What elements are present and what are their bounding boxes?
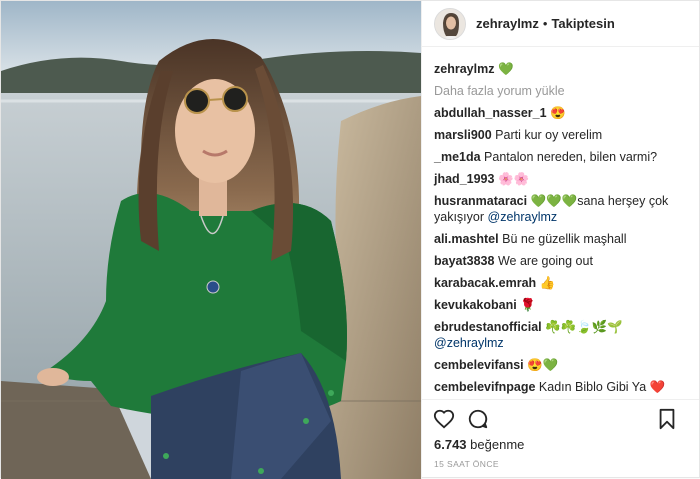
comment-username[interactable]: jhad_1993 (434, 172, 494, 186)
like-button[interactable] (432, 407, 456, 431)
instagram-post: zehraylmz • Takiptesin zehraylmz 💚 Daha fa… (0, 0, 700, 479)
comment-item: husranmataraci 💚💚💚sana herşey çok yakışı… (434, 193, 699, 225)
comment-username[interactable]: cembelevifnpage (434, 380, 535, 394)
header-separator: • (542, 16, 548, 31)
comment-item: cembelevifansi 😍💚 (434, 357, 699, 373)
comment-username[interactable]: husranmataraci (434, 194, 527, 208)
comment-text: ☘️☘️🍃🌿🌱 (545, 320, 623, 334)
comment-item: jhad_1993 🌸🌸 (434, 171, 699, 187)
post-actions-bar (422, 399, 699, 437)
header-text: zehraylmz • Takiptesin (476, 16, 615, 31)
comment-item: abdullah_nasser_1 😍 (434, 105, 699, 121)
post-header: zehraylmz • Takiptesin (422, 1, 699, 47)
comment-text: Bü ne güzellik maşhall (502, 232, 627, 246)
header-username[interactable]: zehraylmz (476, 16, 539, 31)
caption-text: 💚 (497, 62, 514, 76)
comment-username[interactable]: _me1da (434, 150, 481, 164)
comment-username[interactable]: kevukakobani (434, 298, 517, 312)
caption: zehraylmz 💚 (434, 61, 699, 77)
comment-item: bayat3838 We are going out (434, 253, 699, 269)
comment-item: _me1da Pantalon nereden, bilen varmi? (434, 149, 699, 165)
comment-button[interactable] (466, 407, 490, 431)
likes-number: 6.743 (434, 437, 467, 452)
following-status-button[interactable]: Takiptesin (551, 16, 614, 31)
comment-username[interactable]: ali.mashtel (434, 232, 499, 246)
comment-username[interactable]: abdullah_nasser_1 (434, 106, 547, 120)
comment-username[interactable]: bayat3838 (434, 254, 494, 268)
comment-item: cembelevifnpage Kadın Biblo Gibi Ya ❤️ (434, 379, 699, 395)
heart-icon (433, 409, 455, 429)
comment-text: 😍💚 (527, 358, 559, 372)
post-photo[interactable] (1, 1, 421, 479)
comment-username[interactable]: marsli900 (434, 128, 492, 142)
comment-username[interactable]: ebrudestanofficial (434, 320, 542, 334)
avatar-image (435, 8, 465, 39)
comment-mention[interactable]: @zehraylmz (434, 336, 504, 350)
comment-mention[interactable]: @zehraylmz (488, 210, 558, 224)
load-more-comments-link[interactable]: Daha fazla yorum yükle (434, 83, 699, 99)
avatar[interactable] (434, 7, 466, 40)
comment-username[interactable]: karabacak.emrah (434, 276, 536, 290)
comment-text: 🌸🌸 (497, 172, 530, 186)
comment-text: 🌹 (520, 298, 536, 312)
comment-item: kevukakobani 🌹 (434, 297, 699, 313)
post-photo-image (1, 1, 421, 479)
likes-label: beğenme (470, 437, 525, 452)
comment-icon (468, 409, 488, 428)
comment-text: Kadın Biblo Gibi Ya ❤️ (538, 380, 666, 394)
caption-username[interactable]: zehraylmz (434, 62, 494, 76)
comment-item: karabacak.emrah 👍 (434, 275, 699, 291)
likes-count[interactable]: 6.743 beğenme (422, 437, 699, 455)
bookmark-icon (659, 408, 675, 430)
comment-text: 👍 (539, 276, 556, 290)
comment-item: ali.mashtel Bü ne güzellik maşhall (434, 231, 699, 247)
comment-item: ebrudestanofficial ☘️☘️🍃🌿🌱 @zehraylmz (434, 319, 699, 351)
post-timestamp: 15 SAAT ÖNCE (434, 459, 499, 469)
comment-text: We are going out (497, 254, 593, 268)
comments-list[interactable]: zehraylmz 💚 Daha fazla yorum yükle abdul… (422, 47, 699, 399)
comment-item: marsli900 Parti kur oy verelim (434, 127, 699, 143)
save-button[interactable] (655, 407, 679, 431)
comment-text: Parti kur oy verelim (495, 128, 603, 142)
post-side-panel: zehraylmz • Takiptesin zehraylmz 💚 Daha fa… (421, 1, 699, 479)
comment-username[interactable]: cembelevifansi (434, 358, 524, 372)
comment-text: Pantalon nereden, bilen varmi? (484, 150, 658, 164)
comment-text: 😍 (550, 106, 566, 120)
